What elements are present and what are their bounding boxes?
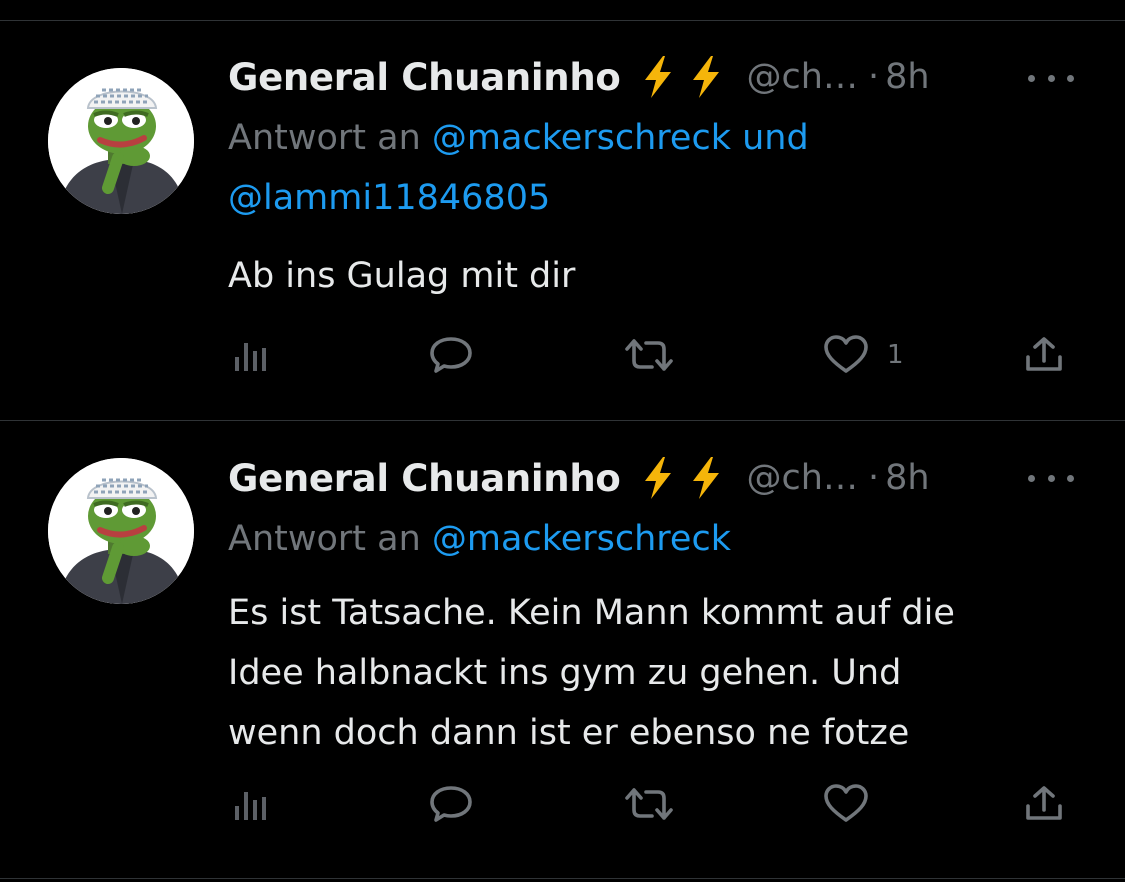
reply-mention-link[interactable]: @lammi11846805 [228, 178, 550, 218]
more-dot [1047, 474, 1055, 482]
tweet-text-line: wenn doch dann ist er ebenso ne fotze [228, 713, 910, 753]
lightning-icon [639, 55, 677, 99]
reply-prefix: Antwort an [228, 118, 421, 158]
share-button[interactable] [1024, 330, 1064, 380]
avatar[interactable] [48, 458, 194, 604]
reply-mention-link[interactable]: @mackerschreck [432, 519, 731, 559]
author-display-name[interactable]: General Chuaninho [228, 56, 621, 99]
tweet-text-line: Idee halbnackt ins gym zu gehen. Und [228, 653, 902, 693]
more-dot [1067, 474, 1074, 482]
more-dot [1028, 74, 1035, 82]
author-handle[interactable]: @ch… [747, 57, 858, 97]
more-dot [1067, 74, 1074, 82]
lightning-icon [687, 55, 725, 99]
avatar-image [48, 68, 194, 214]
avatar-image [48, 458, 194, 604]
more-dot [1047, 74, 1055, 82]
tweet-timestamp[interactable]: 8h [885, 458, 929, 498]
retweet-icon [624, 335, 674, 375]
retweet-icon [624, 784, 674, 824]
views-button[interactable] [231, 330, 271, 380]
reply-icon [429, 335, 473, 375]
more-options-icon[interactable] [1028, 68, 1074, 88]
bottom-divider [0, 878, 1125, 879]
tweet-header: General Chuaninho @ch… · 8h [228, 453, 930, 503]
more-dot [1028, 474, 1035, 482]
tweet-header: General Chuaninho @ch… · 8h [228, 52, 930, 102]
share-icon [1024, 335, 1064, 375]
share-button[interactable] [1024, 779, 1064, 829]
tweet[interactable]: General Chuaninho @ch… · 8h Antwort an @… [0, 421, 1125, 882]
tweet-text-line: Es ist Tatsache. Kein Mann kommt auf die [228, 593, 955, 633]
avatar[interactable] [48, 68, 194, 214]
like-button[interactable] [823, 779, 887, 829]
analytics-icon [231, 784, 271, 824]
tweet-timestamp[interactable]: 8h [885, 57, 929, 97]
heart-icon [823, 335, 869, 375]
retweet-button[interactable] [624, 330, 674, 380]
tweet-text: Es ist Tatsache. Kein Mann kommt auf die… [228, 583, 1088, 763]
reply-icon [429, 784, 473, 824]
separator-dot: · [867, 458, 880, 498]
tweet-actions: 1 [0, 330, 1125, 380]
views-button[interactable] [231, 779, 271, 829]
tweet[interactable]: General Chuaninho @ch… · 8h Antwort an @… [0, 0, 1125, 420]
reply-conjunction[interactable]: und [742, 118, 809, 158]
share-icon [1024, 784, 1064, 824]
reply-button[interactable] [429, 779, 473, 829]
lightning-icon [639, 456, 677, 500]
name-badges [639, 456, 725, 500]
tweet-actions [0, 779, 1125, 829]
reply-context: Antwort an @mackerschreck und @lammi1184… [228, 108, 1088, 228]
retweet-button[interactable] [624, 779, 674, 829]
author-display-name[interactable]: General Chuaninho [228, 457, 621, 500]
author-handle[interactable]: @ch… [747, 458, 858, 498]
heart-icon [823, 784, 869, 824]
reply-prefix: Antwort an [228, 519, 421, 559]
reply-context: Antwort an @mackerschreck [228, 509, 1088, 569]
like-button[interactable]: 1 [823, 330, 904, 380]
reply-mention-link[interactable]: @mackerschreck [432, 118, 731, 158]
name-badges [639, 55, 725, 99]
analytics-icon [231, 335, 271, 375]
tweet-text: Ab ins Gulag mit dir [228, 256, 576, 296]
lightning-icon [687, 456, 725, 500]
more-options-icon[interactable] [1028, 468, 1074, 488]
separator-dot: · [867, 57, 880, 97]
reply-button[interactable] [429, 330, 473, 380]
like-count: 1 [887, 340, 904, 370]
